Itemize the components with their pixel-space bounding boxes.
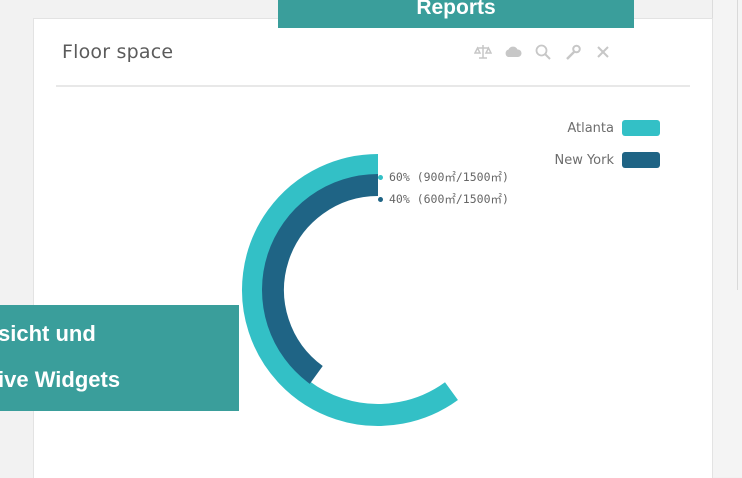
feature-banner: sicht und ive Widgets [0, 305, 239, 411]
tooltip-text: 60% (900㎡/1500㎡) [389, 170, 509, 184]
tooltip-dot [378, 174, 383, 180]
tooltip-dot [378, 196, 383, 202]
tooltip-text: 40% (600㎡/1500㎡) [389, 192, 509, 206]
tooltip-row: 60% (900㎡/1500㎡) [378, 166, 509, 188]
feature-banner-line1: sicht und [0, 321, 96, 346]
reports-banner: Reports [278, 0, 634, 28]
tooltip-row: 40% (600㎡/1500㎡) [378, 188, 509, 210]
reports-banner-text: Reports [416, 0, 496, 19]
chart-tooltip: 60% (900㎡/1500㎡) 40% (600㎡/1500㎡) [378, 166, 509, 210]
feature-banner-line2: ive Widgets [0, 367, 121, 392]
